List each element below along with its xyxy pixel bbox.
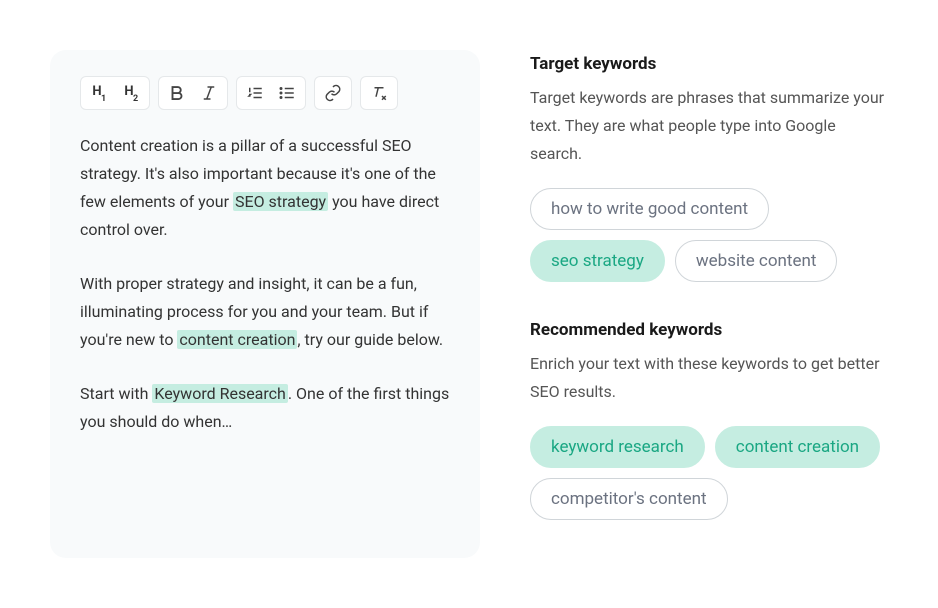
clear-format-button[interactable] [365, 81, 393, 105]
list-group [236, 76, 306, 110]
clear-group [360, 76, 398, 110]
bold-icon [168, 84, 186, 102]
keyword-pill[interactable]: website content [675, 240, 838, 282]
format-group [158, 76, 228, 110]
keyword-pill[interactable]: keyword research [530, 426, 705, 468]
editor-paragraph: Content creation is a pillar of a succes… [80, 132, 450, 244]
bold-button[interactable] [163, 81, 191, 105]
italic-button[interactable] [195, 81, 223, 105]
target-keywords-title: Target keywords [530, 54, 888, 74]
link-group [314, 76, 352, 110]
recommended-keywords-pills: keyword researchcontent creation competit… [530, 426, 888, 520]
target-keywords-section: Target keywords Target keywords are phra… [530, 54, 888, 282]
keyword-pill[interactable]: competitor's content [530, 478, 728, 520]
editor-paragraph: With proper strategy and insight, it can… [80, 270, 450, 354]
editor-toolbar: H1 H2 [80, 76, 450, 110]
recommended-keywords-desc: Enrich your text with these keywords to … [530, 350, 888, 406]
heading-group: H1 H2 [80, 76, 150, 110]
highlighted-keyword: Keyword Research [152, 384, 287, 403]
unordered-list-button[interactable] [273, 81, 301, 105]
highlighted-keyword: SEO strategy [233, 192, 328, 211]
clear-format-icon [370, 84, 388, 102]
link-icon [324, 84, 342, 102]
heading2-button[interactable]: H2 [117, 81, 145, 105]
link-button[interactable] [319, 81, 347, 105]
highlighted-keyword: content creation [177, 330, 297, 349]
recommended-keywords-section: Recommended keywords Enrich your text wi… [530, 320, 888, 520]
keyword-pill[interactable]: seo strategy [530, 240, 665, 282]
ordered-list-icon [246, 84, 264, 102]
recommended-keywords-title: Recommended keywords [530, 320, 888, 340]
target-keywords-desc: Target keywords are phrases that summari… [530, 84, 888, 168]
main-container: H1 H2 [0, 0, 938, 608]
keyword-pill[interactable]: how to write good content [530, 188, 769, 230]
editor-panel: H1 H2 [50, 50, 480, 558]
keyword-pill[interactable]: content creation [715, 426, 880, 468]
keywords-panel: Target keywords Target keywords are phra… [530, 50, 888, 558]
ordered-list-button[interactable] [241, 81, 269, 105]
editor-content[interactable]: Content creation is a pillar of a succes… [80, 132, 450, 436]
heading1-button[interactable]: H1 [85, 81, 113, 105]
unordered-list-icon [278, 84, 296, 102]
editor-paragraph: Start with Keyword Research. One of the … [80, 380, 450, 436]
target-keywords-pills: how to write good content seo strategyweb… [530, 188, 888, 282]
italic-icon [200, 84, 218, 102]
